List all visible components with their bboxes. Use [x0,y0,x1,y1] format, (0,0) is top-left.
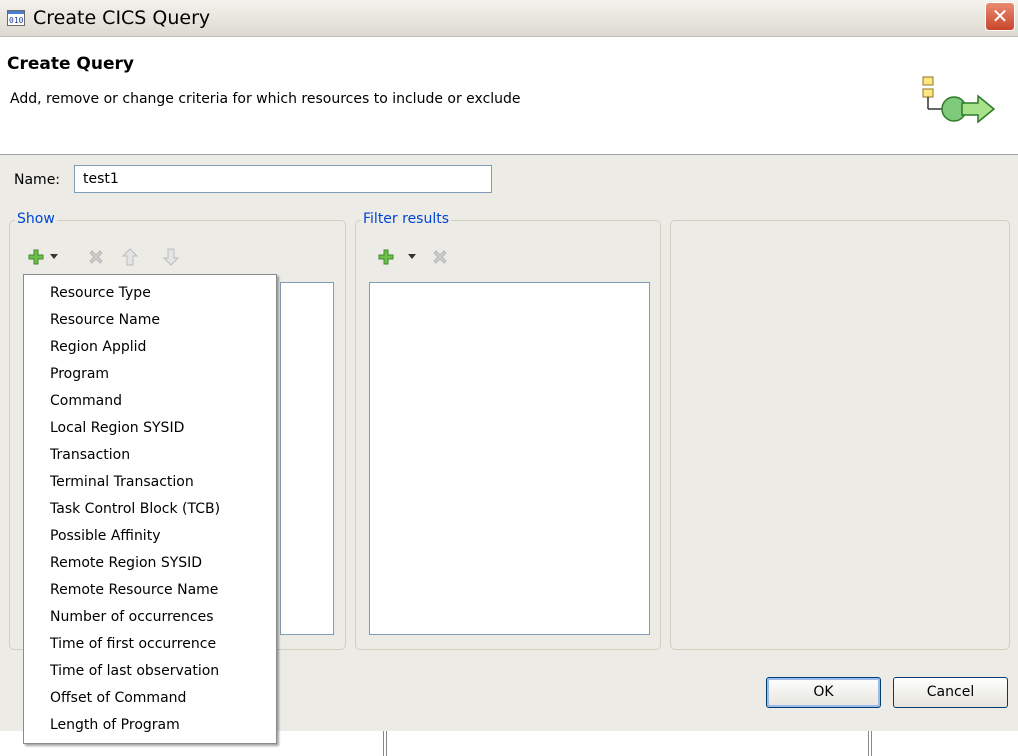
wizard-header: Create Query Add, remove or change crite… [0,37,1018,155]
cancel-button[interactable]: Cancel [893,677,1008,708]
filter-results-group: Filter results [355,211,661,650]
filter-results-label: Filter results [361,211,452,227]
close-icon: ✕ [991,4,1009,28]
divider [383,731,387,756]
dropdown-arrow-icon[interactable] [408,254,416,260]
menu-item[interactable]: Resource Name [24,307,276,334]
menu-item[interactable]: Possible Affinity [24,523,276,550]
close-button[interactable]: ✕ [985,2,1015,31]
app-icon: 010 [7,10,25,26]
menu-item[interactable]: Program [24,361,276,388]
remove-icon[interactable] [88,249,104,265]
add-icon[interactable] [28,249,44,265]
menu-item[interactable]: Time of first occurrence [24,631,276,658]
remove-icon[interactable] [432,249,448,265]
menu-item[interactable]: Length of Program [24,712,276,739]
title-bar[interactable]: 010 Create CICS Query ✕ [0,0,1018,37]
page-title: Create Query [7,54,134,74]
move-down-icon[interactable] [163,248,179,266]
add-icon[interactable] [378,249,394,265]
create-cics-query-dialog: 010 Create CICS Query ✕ Create Query Add… [0,0,1018,756]
name-input[interactable] [74,165,492,193]
dropdown-arrow-icon[interactable] [50,254,58,260]
filter-results-list[interactable] [369,282,650,635]
ok-button[interactable]: OK [766,677,881,708]
add-criteria-menu: Resource Type Resource Name Region Applid P… [23,274,277,744]
menu-item[interactable]: Remote Resource Name [24,577,276,604]
menu-item[interactable]: Command [24,388,276,415]
menu-item[interactable]: Transaction [24,442,276,469]
menu-item[interactable]: Terminal Transaction [24,469,276,496]
query-wizard-icon [922,76,996,124]
menu-item[interactable]: Offset of Command [24,685,276,712]
divider [868,731,872,756]
window-title: Create CICS Query [33,7,211,29]
name-label: Name: [14,172,61,188]
move-up-icon[interactable] [122,248,138,266]
menu-item[interactable]: Time of last observation [24,658,276,685]
page-description: Add, remove or change criteria for which… [10,91,521,107]
menu-item[interactable]: Task Control Block (TCB) [24,496,276,523]
menu-item[interactable]: Region Applid [24,334,276,361]
menu-item[interactable]: Local Region SYSID [24,415,276,442]
show-group-label: Show [15,211,57,227]
menu-item[interactable]: Remote Region SYSID [24,550,276,577]
menu-item[interactable]: Resource Type [24,280,276,307]
details-panel [670,220,1010,650]
show-criteria-list[interactable] [280,282,334,635]
menu-item[interactable]: Number of occurrences [24,604,276,631]
svg-text:010: 010 [9,16,24,25]
